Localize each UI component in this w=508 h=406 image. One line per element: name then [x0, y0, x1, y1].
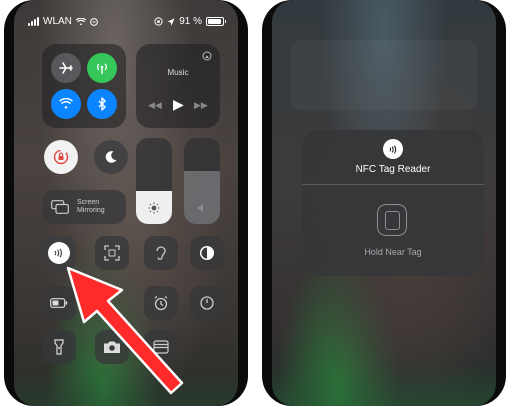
dock-background [272, 366, 496, 406]
comparison-stage: WLAN 91 % Music ◀◀ ▶ ▶▶ Screen Mirroring… [0, 0, 508, 406]
divider [302, 184, 484, 185]
nfc-icon [383, 139, 403, 159]
phone-outline-icon [377, 204, 407, 236]
phone-nfc-reader: NFC Tag Reader Hold Near Tag [262, 0, 506, 406]
nfc-reader-screen: NFC Tag Reader Hold Near Tag [272, 0, 496, 406]
nfc-popup-hint: Hold Near Tag [364, 247, 422, 257]
nfc-tag-reader-popup: NFC Tag Reader Hold Near Tag [302, 130, 484, 276]
phone-control-center: WLAN 91 % Music ◀◀ ▶ ▶▶ Screen Mirroring [4, 0, 248, 406]
blurred-background-tiles [290, 40, 478, 110]
annotation-arrow [66, 266, 184, 395]
nfc-popup-title: NFC Tag Reader [355, 164, 431, 175]
